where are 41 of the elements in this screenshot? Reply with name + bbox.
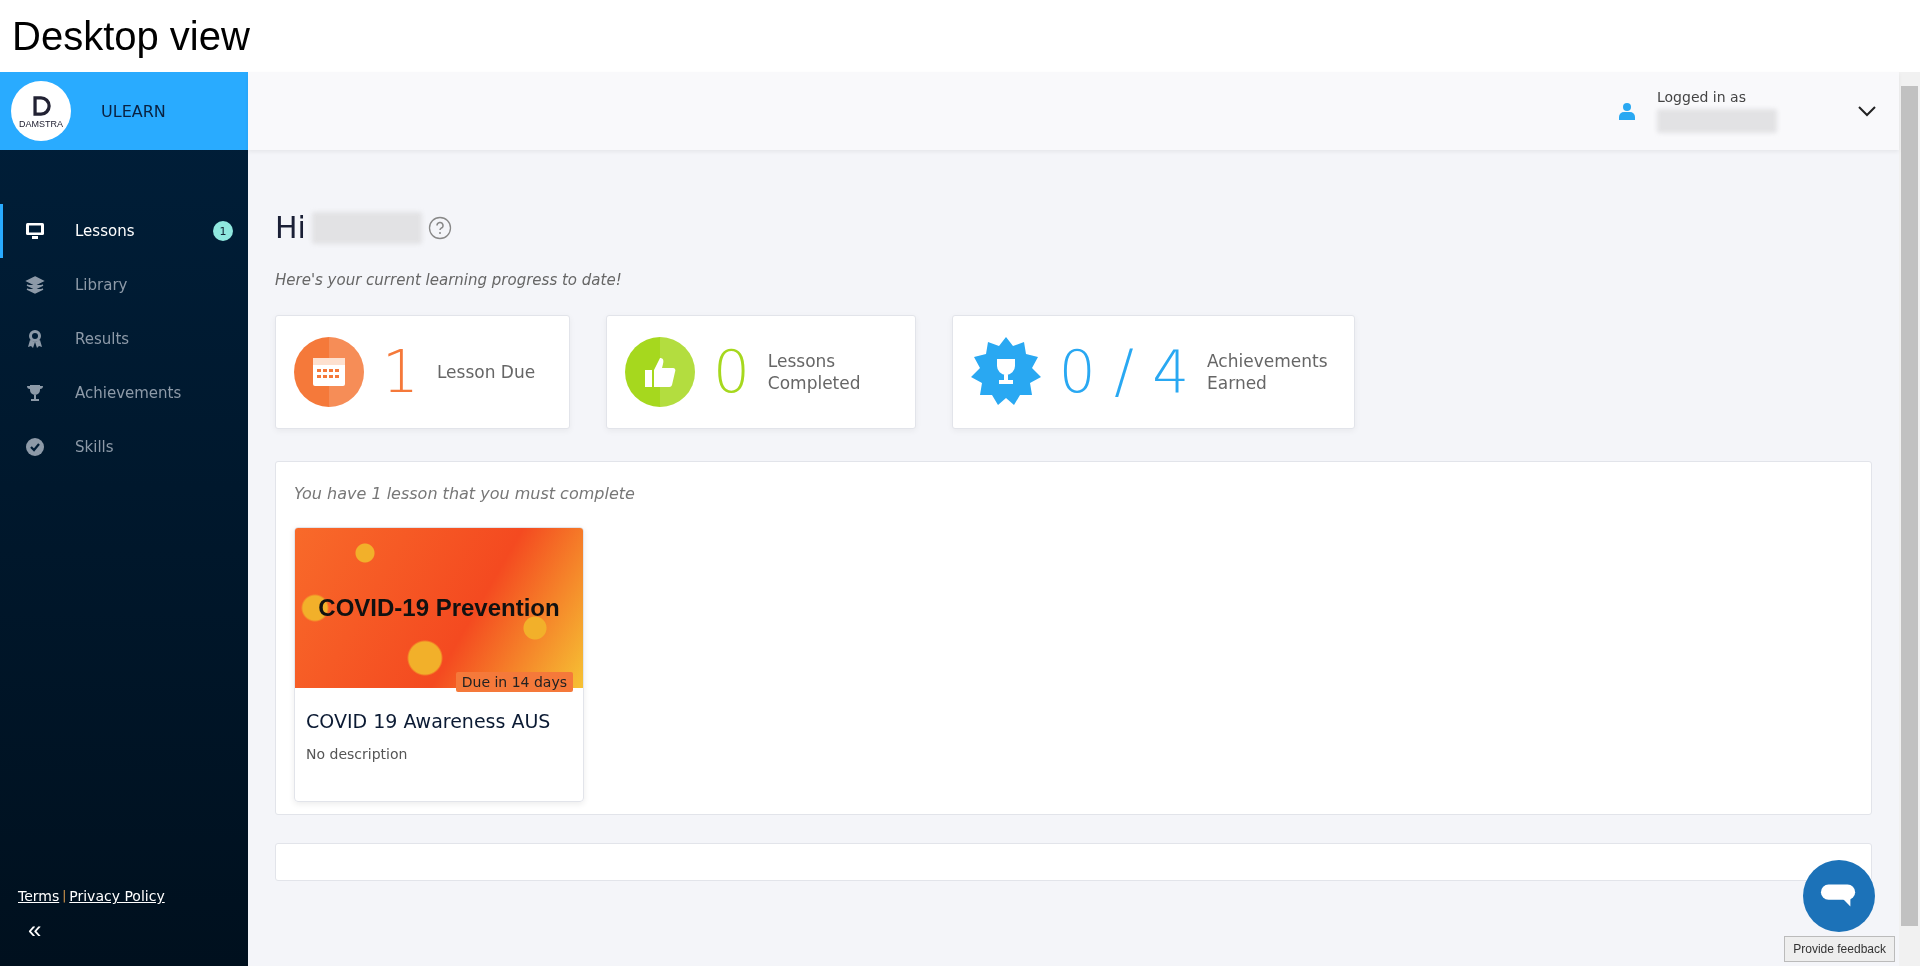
user-icon <box>1619 102 1635 120</box>
stat-label: Lessons Completed <box>767 349 862 395</box>
collapse-sidebar-button[interactable]: « <box>18 910 52 950</box>
link-separator: | <box>62 889 67 903</box>
layers-icon <box>25 275 45 295</box>
thumbs-up-icon <box>624 337 695 407</box>
terms-link[interactable]: Terms <box>18 888 60 904</box>
privacy-policy-link[interactable]: Privacy Policy <box>69 888 165 904</box>
help-icon[interactable] <box>427 215 452 240</box>
stat-value: 0 / 4 <box>1058 338 1190 406</box>
image-caption: COVID-19 Prevention <box>318 594 560 622</box>
lesson-title: COVID 19 Awareness AUS <box>306 710 552 732</box>
stat-label: Achievements Earned <box>1207 349 1329 395</box>
sidebar-item[interactable]: Results <box>0 312 248 366</box>
calendar-icon <box>294 337 364 407</box>
app-name: ULEARN <box>101 101 166 121</box>
trophy-badge-icon <box>970 337 1041 407</box>
lesson-card[interactable]: COVID-19 Prevention Due in 14 days COVID 19 Awareness AUS No description <box>294 527 584 802</box>
scrollbar[interactable] <box>1899 72 1920 966</box>
logo-text: DAMSTRA <box>19 119 63 129</box>
progress-subtitle: Here's your current learning progress to date! <box>275 271 623 289</box>
stat-label: Lesson Due <box>436 360 537 384</box>
greeting: Hi <box>275 210 306 245</box>
sidebar-item[interactable]: Library <box>0 258 248 312</box>
stat-value: 0 <box>712 338 750 406</box>
count-badge: 1 <box>213 221 233 241</box>
due-badge: Due in 14 days <box>455 672 573 692</box>
provide-feedback-button[interactable]: Provide feedback <box>1784 936 1895 962</box>
logged-in-label: Logged in as <box>1657 89 1747 105</box>
lesson-description: No description <box>306 746 409 762</box>
page-title: Desktop view <box>11 13 251 60</box>
monitor-icon <box>25 221 45 241</box>
sidebar-item[interactable]: Skills <box>0 420 248 474</box>
sidebar-item[interactable]: Achievements <box>0 366 248 420</box>
lessons-intro: You have 1 lesson that you must complete <box>294 484 636 503</box>
stat-value: 1 <box>382 338 419 406</box>
chevron-down-icon[interactable] <box>1857 105 1877 117</box>
trophy-icon <box>25 383 45 403</box>
check-circle-icon <box>25 437 45 457</box>
chat-bubble-icon <box>1820 883 1858 909</box>
ribbon-icon <box>25 329 45 349</box>
